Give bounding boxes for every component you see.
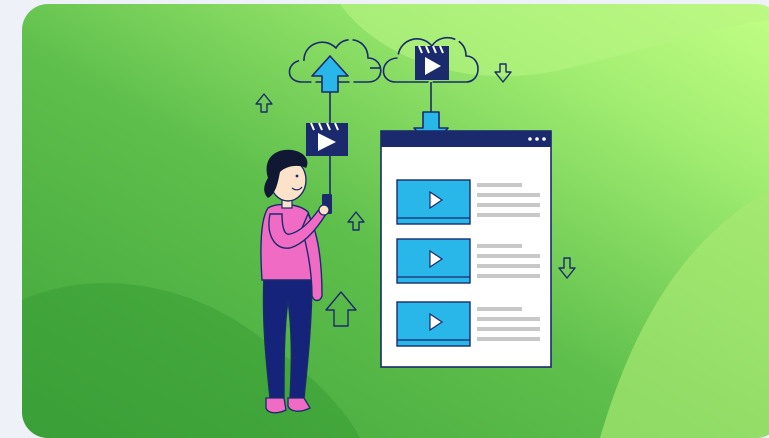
video-clapperboard-icon: [415, 45, 449, 80]
browser-window-icon: [380, 130, 552, 368]
video-clapperboard-icon: [306, 122, 348, 156]
illustration-svg: [22, 4, 769, 438]
illustration-stage: [0, 0, 769, 438]
